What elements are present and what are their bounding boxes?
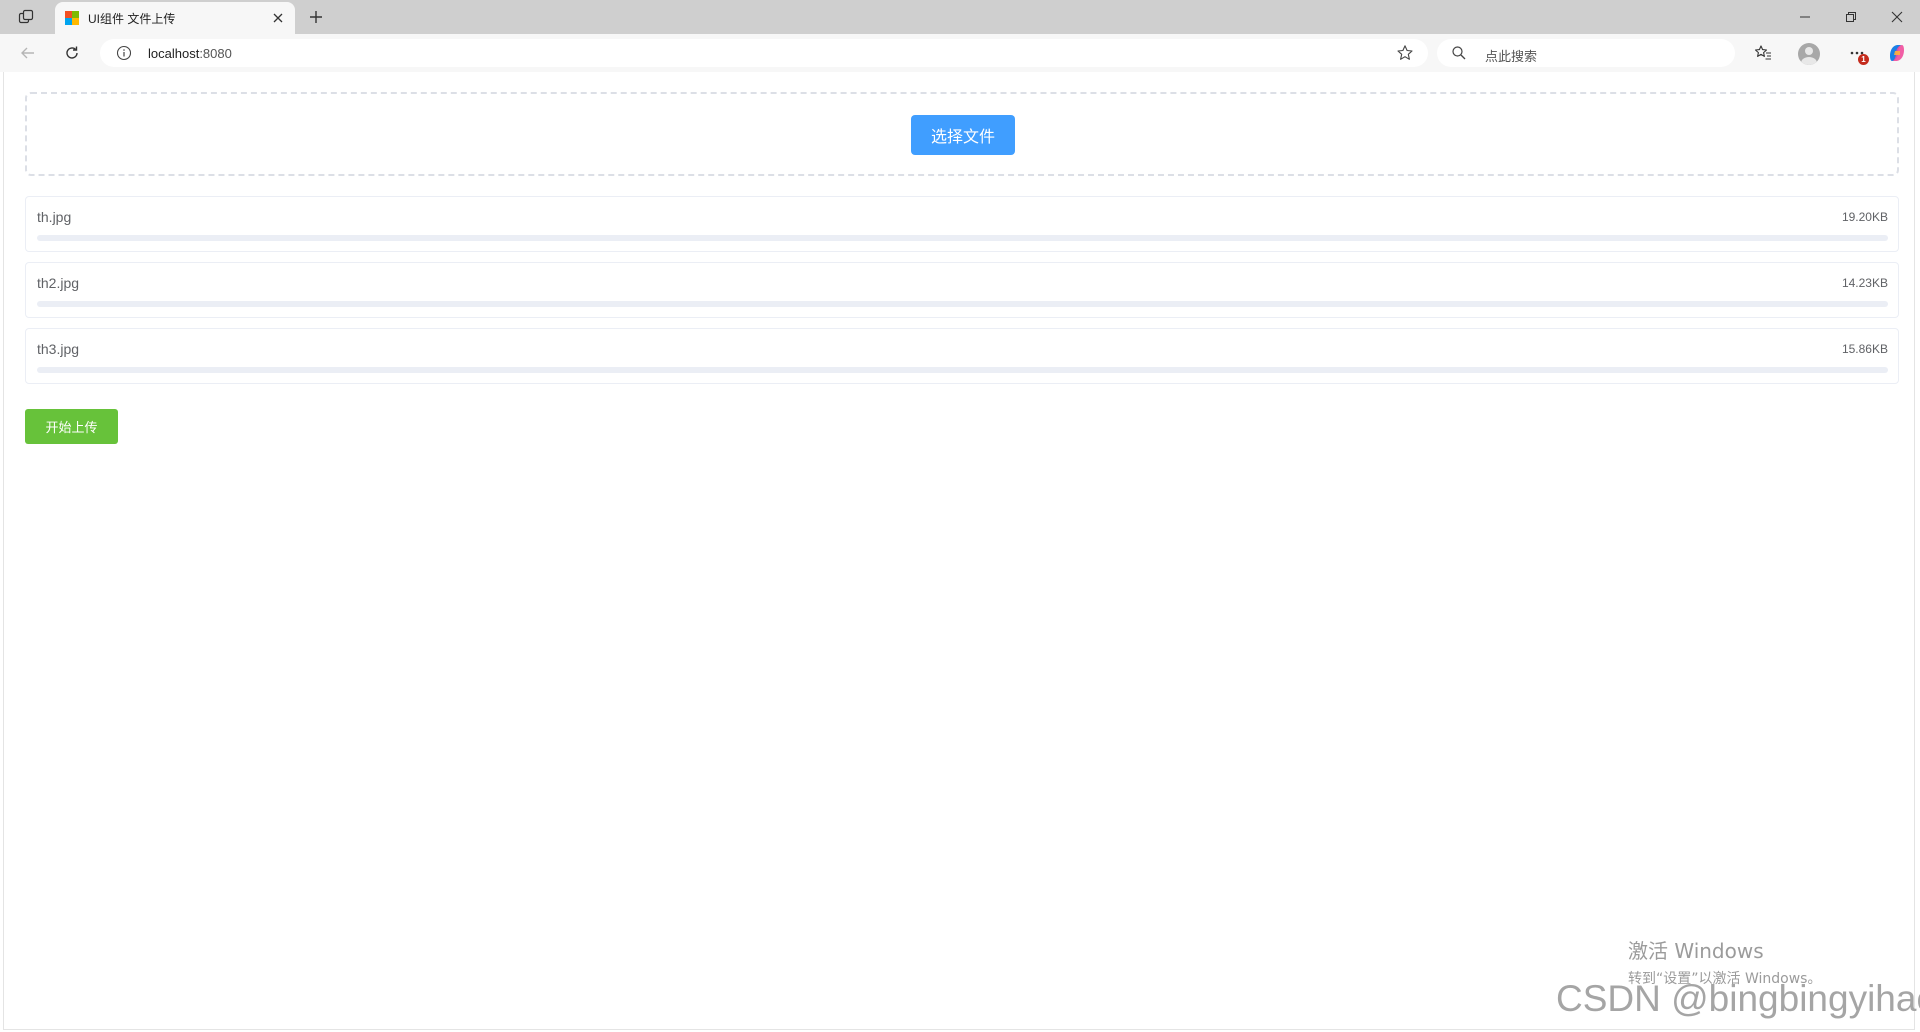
restore-icon[interactable] [1831,4,1871,30]
notification-badge: 1 [1858,54,1869,65]
select-file-button[interactable]: 选择文件 [911,115,1015,155]
back-arrow-icon[interactable] [15,40,41,66]
file-item: th3.jpg 15.86KB [25,328,1899,384]
profile-avatar[interactable] [1798,43,1820,65]
microsoft-logo-icon [65,11,79,25]
site-info-icon[interactable] [116,45,132,61]
refresh-icon[interactable] [59,40,85,66]
url-host: localhost [148,46,200,61]
file-size: 19.20KB [1841,210,1888,224]
file-item: th2.jpg 14.23KB [25,262,1899,318]
file-size: 15.86KB [1841,342,1888,356]
favorites-icon[interactable] [1750,40,1776,66]
minimize-icon[interactable] [1785,4,1825,30]
favorite-star-icon[interactable] [1396,44,1414,62]
copilot-icon[interactable] [1884,40,1910,66]
file-name: th.jpg [37,209,72,225]
csdn-watermark: CSDN @bingbingyihao [1556,978,1920,1019]
new-tab-button[interactable] [305,6,327,28]
activation-title: 激活 Windows [1628,939,1764,963]
browser-toolbar: localhost:8080 点此搜索 1 [0,34,1920,72]
file-size: 14.23KB [1841,276,1888,290]
browser-tab-bar: UI组件 文件上传 [0,0,1920,34]
file-item: th.jpg 19.20KB [25,196,1899,252]
close-tab-icon[interactable] [269,9,287,27]
page-viewport: 选择文件 th.jpg 19.20KB th2.jpg 14.23KB th3.… [3,72,1915,1030]
upload-dropzone[interactable]: 选择文件 [25,92,1899,176]
url-text: localhost:8080 [148,46,232,61]
search-placeholder: 点此搜索 [1485,49,1538,64]
url-port: :8080 [199,46,232,61]
search-icon [1451,45,1467,61]
browser-tab[interactable]: UI组件 文件上传 [55,2,295,34]
close-window-icon[interactable] [1877,4,1917,30]
file-name: th3.jpg [37,341,80,357]
file-name: th2.jpg [37,275,80,291]
upload-progress-bar [37,367,1888,373]
upload-progress-bar [37,301,1888,307]
tab-title: UI组件 文件上传 [88,12,176,26]
address-bar[interactable]: localhost:8080 [100,39,1428,67]
search-box[interactable]: 点此搜索 [1437,39,1735,67]
start-upload-button[interactable]: 开始上传 [25,409,118,444]
workspaces-icon[interactable] [14,7,38,27]
upload-progress-bar [37,235,1888,241]
